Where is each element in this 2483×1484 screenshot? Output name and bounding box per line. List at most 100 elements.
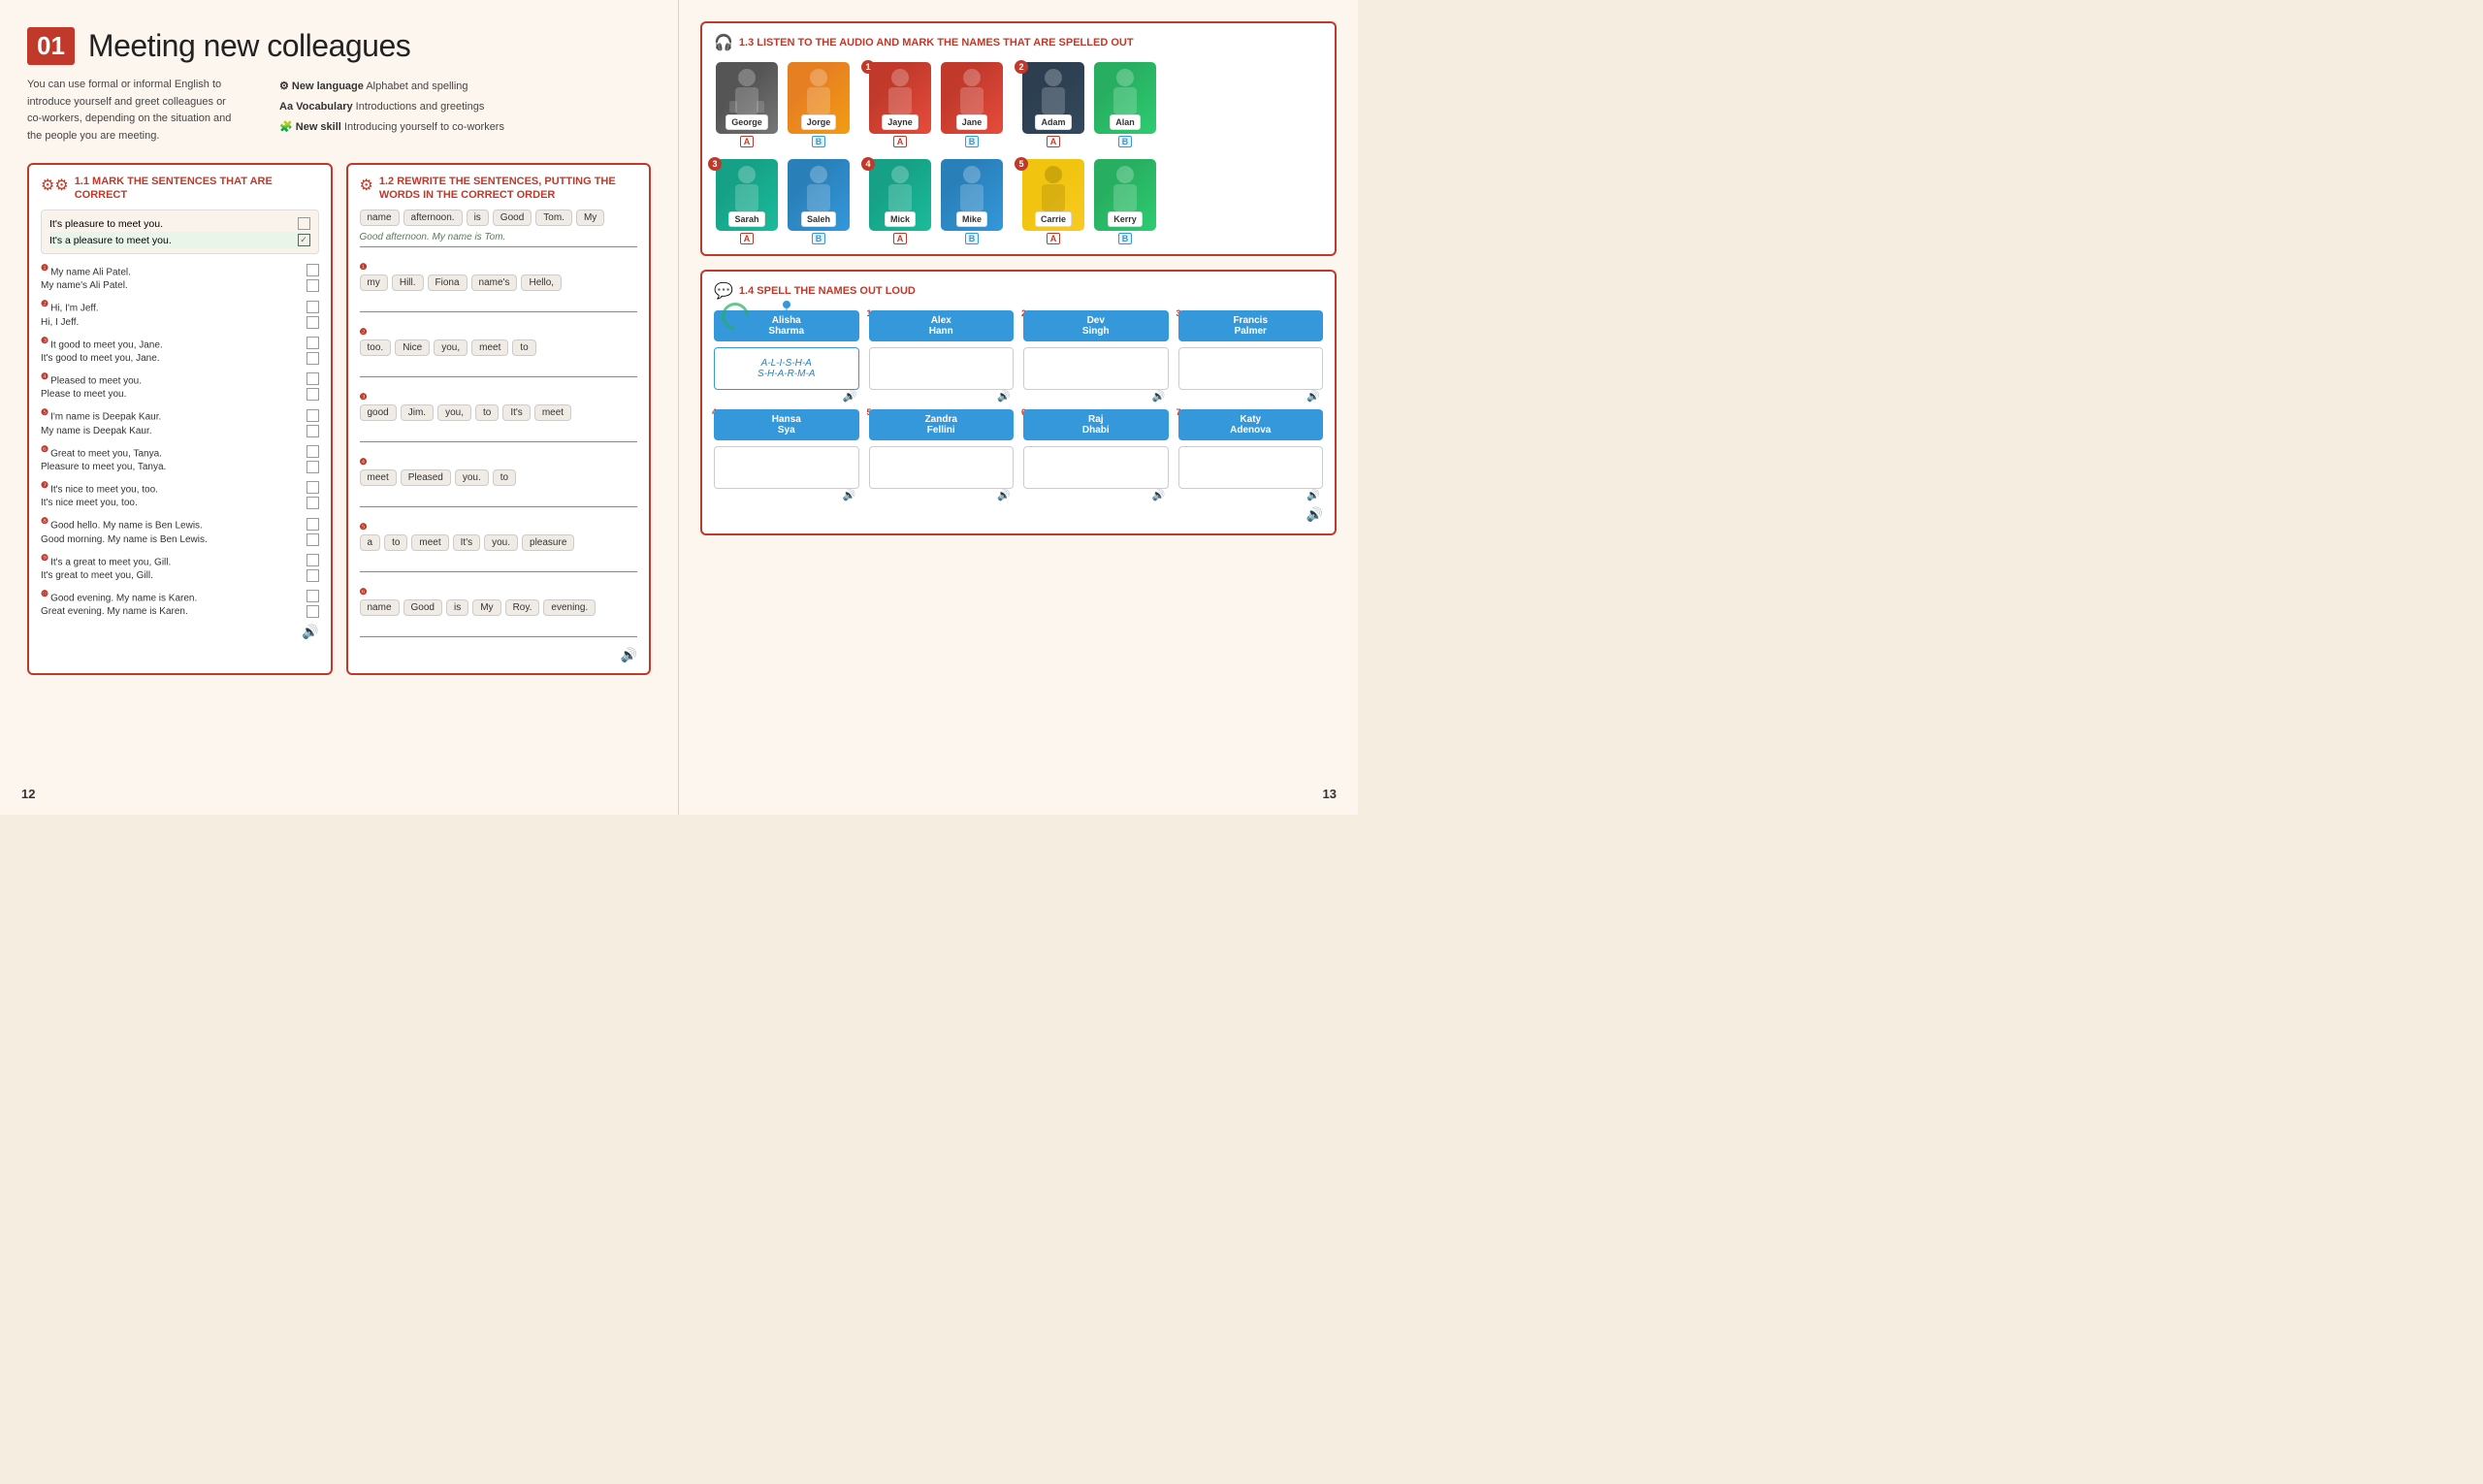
cb-6a[interactable] (306, 445, 319, 458)
card-group-sarah: 3 Sarah A (714, 159, 852, 244)
spell-box-katy[interactable]: 🔊 (1178, 446, 1324, 489)
pair-8: ❽Good hello. My name is Ben Lewis. Good … (41, 515, 319, 546)
spell-card-zandra: 5 ZandraFellini 🔊 (869, 409, 1015, 489)
answer-1[interactable] (360, 297, 638, 312)
speech-icon: 💬 (714, 281, 733, 301)
cb-9a[interactable] (306, 554, 319, 566)
cb-6b[interactable] (306, 461, 319, 473)
card-sarah: Sarah A (714, 159, 780, 244)
answer-2[interactable] (360, 362, 638, 377)
exercise-1-4: 💬 1.4 SPELL THE NAMES OUT LOUD AlishaSha… (700, 270, 1337, 535)
name-badge-kerry: Kerry (1108, 211, 1143, 227)
cb-9b[interactable] (306, 569, 319, 582)
answer-3[interactable] (360, 427, 638, 442)
cb-10a[interactable] (306, 590, 319, 602)
audio-icon-2[interactable]: 🔊 (621, 647, 637, 663)
spell-card-katy: 7 KatyAdenova 🔊 (1178, 409, 1324, 489)
chips-5: a to meet It's you. pleasure (360, 534, 638, 551)
example-row-2: It's a pleasure to meet you. ✓ (49, 232, 310, 248)
card-saleh: Saleh B (786, 159, 852, 244)
exercise-1-2: ⚙ 1.2 REWRITE THE SENTENCES, PUTTING THE… (346, 163, 652, 676)
label-a-adam: A (1047, 136, 1061, 147)
card-mick: Mick A (867, 159, 933, 244)
audio-raj[interactable]: 🔊 (1152, 489, 1166, 501)
name-tag-alex: AlexHann (869, 310, 1015, 341)
cb-1b[interactable] (306, 279, 319, 292)
audio-alex[interactable]: 🔊 (997, 390, 1011, 403)
skill-language: ⚙ New language Alphabet and spelling (279, 77, 504, 97)
cb-7b[interactable] (306, 497, 319, 509)
spell-box-raj[interactable]: 🔊 (1023, 446, 1169, 489)
headphone-icon: 🎧 (714, 33, 733, 52)
cb-2b[interactable] (306, 316, 319, 329)
cb-5a[interactable] (306, 409, 319, 422)
card-group-george: George A Jorge B (714, 62, 852, 147)
spell-card-francis: 3 FrancisPalmer 🔊 (1178, 310, 1324, 390)
cb-4b[interactable] (306, 388, 319, 401)
cb-1a[interactable] (306, 264, 319, 276)
rewrite-4: ❹ meet Pleased you. to (360, 452, 638, 507)
name-badge-sarah: Sarah (728, 211, 764, 227)
spell-box-francis[interactable]: 🔊 (1178, 347, 1324, 390)
label-a-carrie: A (1047, 233, 1061, 244)
cb-3b[interactable] (306, 352, 319, 365)
group-num-1: 1 (861, 60, 875, 74)
label-a-mick: A (893, 233, 908, 244)
name-badge-adam: Adam (1035, 114, 1071, 130)
ex1-header: ⚙ 1.1 MARK THE SENTENCES THAT ARE CORREC… (41, 175, 319, 203)
audio-icon-4[interactable]: 🔊 (1306, 506, 1323, 522)
spell-box-dev[interactable]: 🔊 (1023, 347, 1169, 390)
answer-5[interactable] (360, 557, 638, 572)
ex1-example: It's pleasure to meet you. It's a pleasu… (41, 210, 319, 254)
rewrite-1: ❶ my Hill. Fiona name's Hello, (360, 257, 638, 312)
cb-4a[interactable] (306, 372, 319, 385)
pair-9: ❾It's a great to meet you, Gill. It's gr… (41, 552, 319, 583)
example-answer: Good afternoon. My name is Tom. (360, 232, 638, 247)
spell-box-alex[interactable]: 🔊 (869, 347, 1015, 390)
cb-3a[interactable] (306, 337, 319, 349)
card-group-adam: 2 Adam A (1020, 62, 1158, 147)
name-badge-saleh: Saleh (801, 211, 836, 227)
cb-7a[interactable] (306, 481, 319, 494)
label-b-kerry: B (1118, 233, 1133, 244)
lesson-title: Meeting new colleagues (88, 28, 410, 64)
spell-box-zandra[interactable]: 🔊 (869, 446, 1015, 489)
ex3-header: 🎧 1.3 LISTEN TO THE AUDIO AND MARK THE N… (714, 33, 1323, 52)
answer-4[interactable] (360, 492, 638, 507)
spell-bottom-row: 4 HansaSya 🔊 5 ZandraFellini 🔊 (714, 409, 1323, 489)
audio-alisha[interactable]: 🔊 (843, 390, 856, 403)
spell-card-raj: 6 RajDhabi 🔊 (1023, 409, 1169, 489)
info-row: You can use formal or informal English t… (27, 77, 651, 145)
checkbox-example-1[interactable] (298, 217, 310, 230)
label-a-sarah: A (740, 233, 755, 244)
ex4-header: 💬 1.4 SPELL THE NAMES OUT LOUD (714, 281, 1323, 301)
label-b-alan: B (1118, 136, 1133, 147)
ex2-example: name afternoon. is Good Tom. My Good aft… (360, 210, 638, 247)
spell-box-hansa[interactable]: 🔊 (714, 446, 859, 489)
card-adam: Adam A (1020, 62, 1086, 147)
cb-2a[interactable] (306, 301, 319, 313)
cb-8a[interactable] (306, 518, 319, 531)
card-jayne: Jayne A (867, 62, 933, 147)
card-kerry: Kerry B (1092, 159, 1158, 244)
checkbox-example-2[interactable]: ✓ (298, 234, 310, 246)
answer-6[interactable] (360, 622, 638, 637)
cb-10b[interactable] (306, 605, 319, 618)
audio-katy[interactable]: 🔊 (1306, 489, 1320, 501)
skill-newskill: 🧩 New skill Introducing yourself to co-w… (279, 117, 504, 138)
name-cards-row-1: George A Jorge B (714, 62, 1323, 147)
cb-8b[interactable] (306, 533, 319, 546)
audio-dev[interactable]: 🔊 (1152, 390, 1166, 403)
name-badge-jorge: Jorge (801, 114, 837, 130)
cb-5b[interactable] (306, 425, 319, 437)
ex1-title: 1.1 MARK THE SENTENCES THAT ARE CORRECT (75, 175, 319, 203)
page-number-right: 13 (1323, 787, 1337, 801)
label-a-george: A (740, 136, 755, 147)
audio-hansa[interactable]: 🔊 (843, 489, 856, 501)
pair-5: ❺I'm name is Deepak Kaur. My name is Dee… (41, 406, 319, 437)
group-num-5: 5 (1015, 157, 1028, 171)
rewrite-5: ❺ a to meet It's you. pleasure (360, 517, 638, 572)
audio-icon-1[interactable]: 🔊 (302, 624, 318, 640)
audio-zandra[interactable]: 🔊 (997, 489, 1011, 501)
audio-francis[interactable]: 🔊 (1306, 390, 1320, 403)
